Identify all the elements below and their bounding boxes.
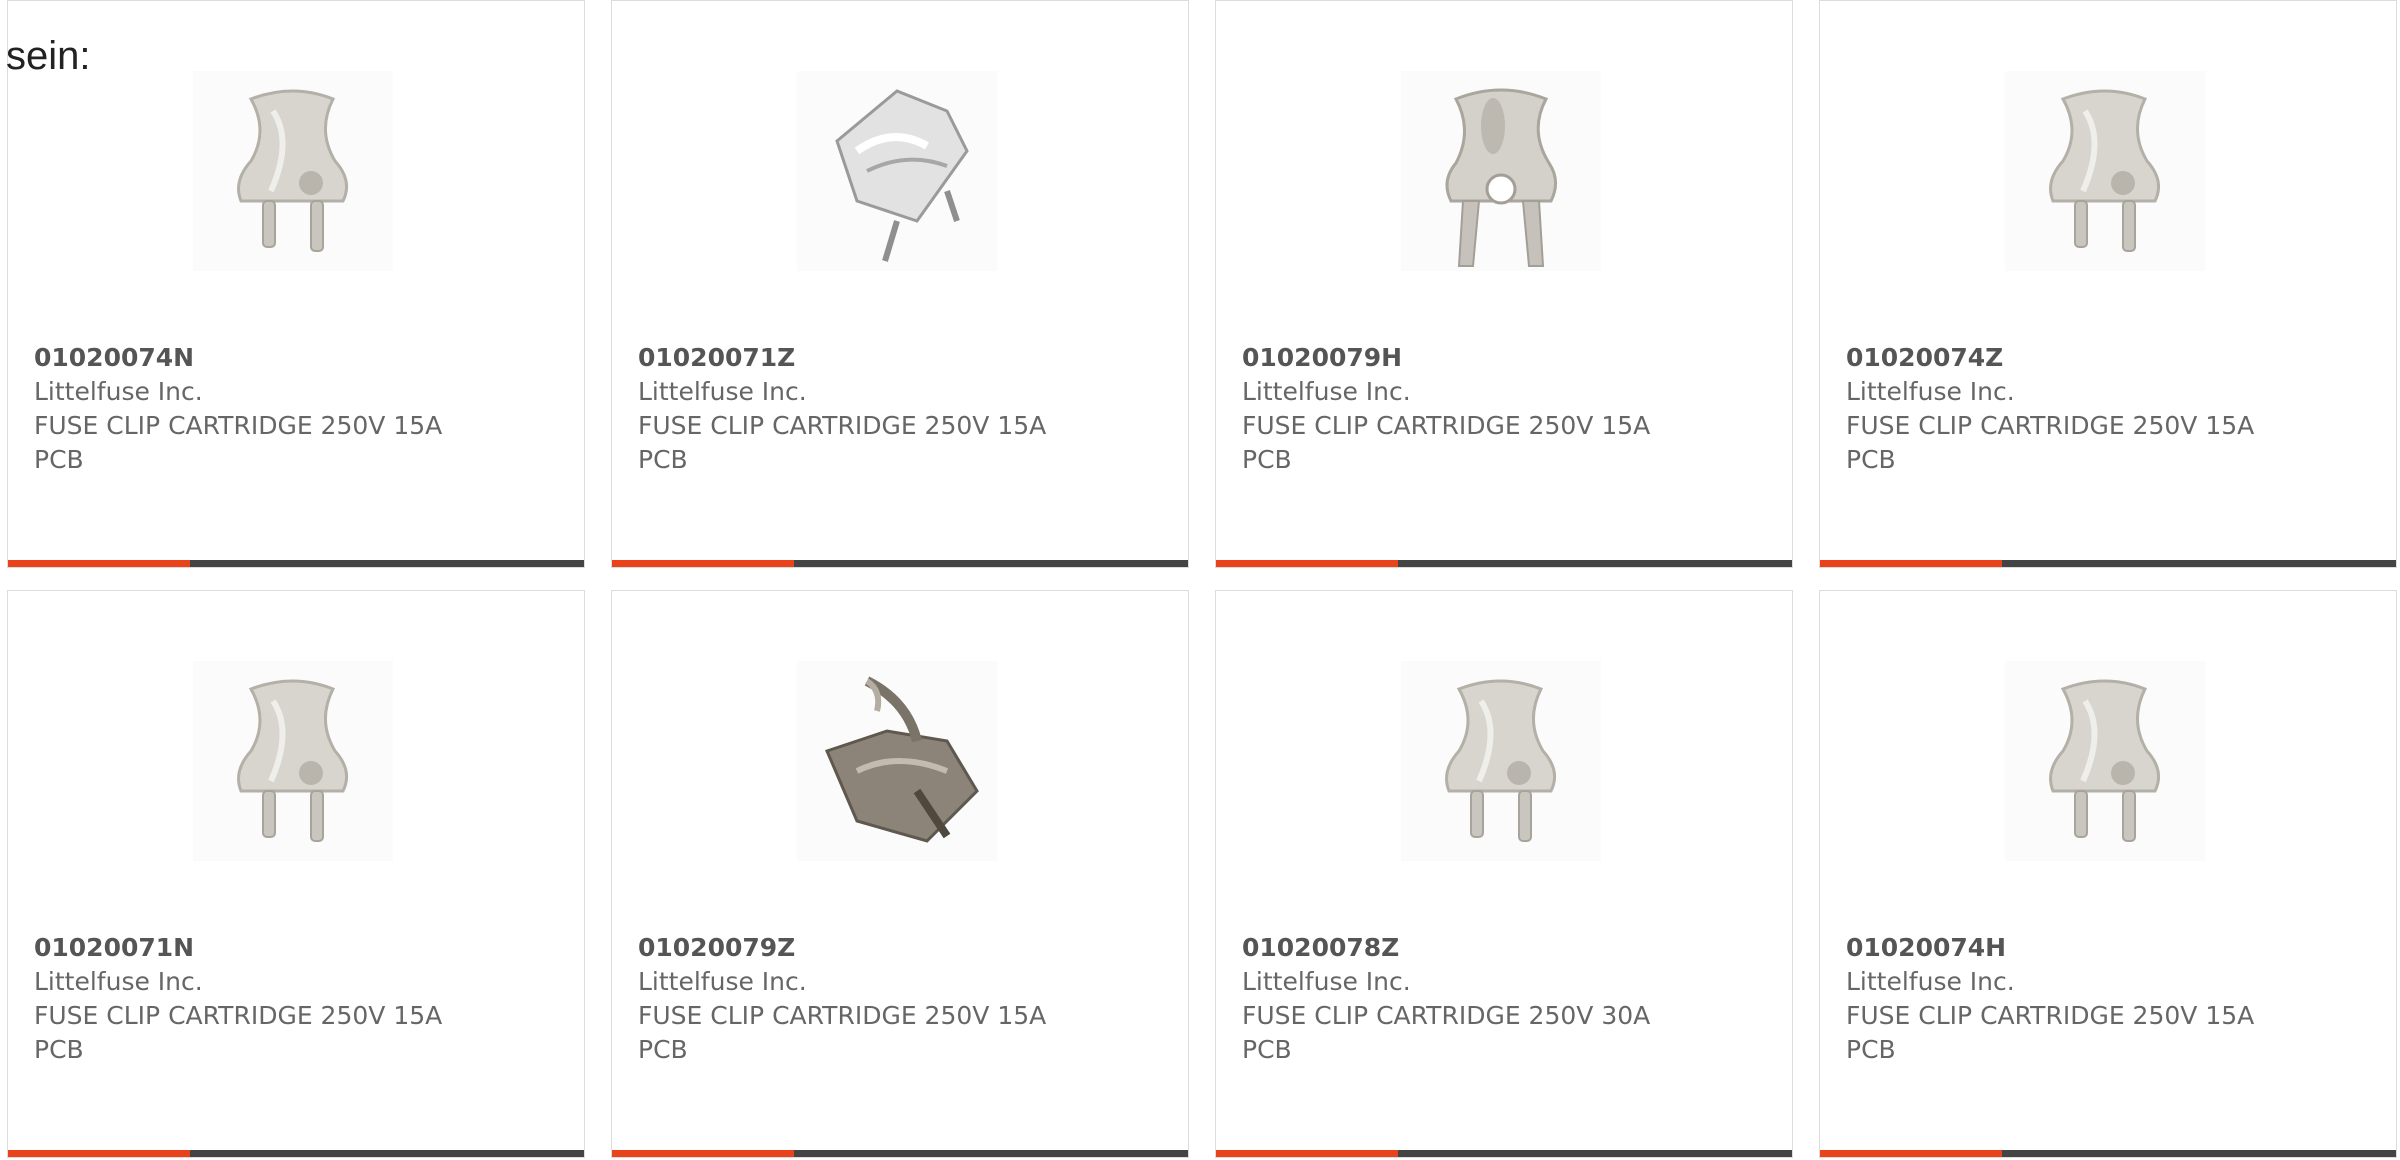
- part-number[interactable]: 01020078Z: [1242, 931, 1762, 965]
- product-card[interactable]: 01020074H Littelfuse Inc. FUSE CLIP CART…: [1819, 590, 2397, 1158]
- description-line1: FUSE CLIP CARTRIDGE 250V 15A: [34, 411, 443, 440]
- product-card[interactable]: 01020079H Littelfuse Inc. FUSE CLIP CART…: [1215, 0, 1793, 568]
- card-accent-bar: [1820, 1150, 2002, 1157]
- description-line2: PCB: [638, 445, 688, 474]
- description-line2: PCB: [34, 1035, 84, 1064]
- card-accent-bar: [612, 560, 794, 567]
- card-bottom-bar: [1216, 1150, 1792, 1157]
- description-line1: FUSE CLIP CARTRIDGE 250V 15A: [34, 1001, 443, 1030]
- card-accent-bar: [1216, 1150, 1398, 1157]
- part-number[interactable]: 01020079H: [1242, 341, 1762, 375]
- part-number[interactable]: 01020074H: [1846, 931, 2366, 965]
- description-line2: PCB: [1242, 445, 1292, 474]
- description-line1: FUSE CLIP CARTRIDGE 250V 15A: [1242, 411, 1651, 440]
- product-card[interactable]: 01020071N Littelfuse Inc. FUSE CLIP CART…: [7, 590, 585, 1158]
- description-line1: FUSE CLIP CARTRIDGE 250V 15A: [1846, 1001, 2255, 1030]
- card-bottom-bar: [612, 560, 1188, 567]
- product-card[interactable]: 01020071Z Littelfuse Inc. FUSE CLIP CART…: [611, 0, 1189, 568]
- product-card[interactable]: 01020078Z Littelfuse Inc. FUSE CLIP CART…: [1215, 590, 1793, 1158]
- fuse-clip-holed-icon[interactable]: [1401, 71, 1601, 271]
- product-card[interactable]: 01020074N Littelfuse Inc. FUSE CLIP CART…: [7, 0, 585, 568]
- fuse-clip-straight-icon[interactable]: [2005, 71, 2205, 271]
- description-line1: FUSE CLIP CARTRIDGE 250V 15A: [1846, 411, 2255, 440]
- part-number[interactable]: 01020074N: [34, 341, 554, 375]
- fuse-clip-straight-icon[interactable]: [193, 661, 393, 861]
- fuse-clip-straight-icon[interactable]: [1401, 661, 1601, 861]
- card-bottom-bar: [8, 560, 584, 567]
- fuse-clip-angled-icon[interactable]: [797, 71, 997, 271]
- description-line2: PCB: [34, 445, 84, 474]
- card-bottom-bar: [1216, 560, 1792, 567]
- card-bottom-bar: [8, 1150, 584, 1157]
- manufacturer: Littelfuse Inc.: [638, 377, 807, 406]
- fuse-clip-straight-icon[interactable]: [193, 71, 393, 271]
- description-line2: PCB: [1846, 445, 1896, 474]
- manufacturer: Littelfuse Inc.: [638, 967, 807, 996]
- card-bottom-bar: [1820, 560, 2396, 567]
- manufacturer: Littelfuse Inc.: [1242, 377, 1411, 406]
- description-line1: FUSE CLIP CARTRIDGE 250V 15A: [638, 1001, 1047, 1030]
- part-number[interactable]: 01020074Z: [1846, 341, 2366, 375]
- card-accent-bar: [8, 560, 190, 567]
- description-line2: PCB: [638, 1035, 688, 1064]
- manufacturer: Littelfuse Inc.: [1846, 967, 2015, 996]
- product-card[interactable]: 01020074Z Littelfuse Inc. FUSE CLIP CART…: [1819, 0, 2397, 568]
- card-accent-bar: [612, 1150, 794, 1157]
- manufacturer: Littelfuse Inc.: [34, 967, 203, 996]
- product-grid-page: sein: 01020074N Littelfuse Inc. FUSE CLI…: [0, 0, 2400, 1160]
- card-bottom-bar: [612, 1150, 1188, 1157]
- intro-text: sein:: [6, 34, 91, 78]
- description-line1: FUSE CLIP CARTRIDGE 250V 30A: [1242, 1001, 1651, 1030]
- card-bottom-bar: [1820, 1150, 2396, 1157]
- part-number[interactable]: 01020079Z: [638, 931, 1158, 965]
- description-line1: FUSE CLIP CARTRIDGE 250V 15A: [638, 411, 1047, 440]
- product-card[interactable]: 01020079Z Littelfuse Inc. FUSE CLIP CART…: [611, 590, 1189, 1158]
- card-accent-bar: [8, 1150, 190, 1157]
- fuse-clip-dark-angled-icon[interactable]: [797, 661, 997, 861]
- manufacturer: Littelfuse Inc.: [34, 377, 203, 406]
- description-line2: PCB: [1846, 1035, 1896, 1064]
- manufacturer: Littelfuse Inc.: [1242, 967, 1411, 996]
- part-number[interactable]: 01020071N: [34, 931, 554, 965]
- manufacturer: Littelfuse Inc.: [1846, 377, 2015, 406]
- description-line2: PCB: [1242, 1035, 1292, 1064]
- fuse-clip-straight-icon[interactable]: [2005, 661, 2205, 861]
- card-accent-bar: [1216, 560, 1398, 567]
- part-number[interactable]: 01020071Z: [638, 341, 1158, 375]
- card-accent-bar: [1820, 560, 2002, 567]
